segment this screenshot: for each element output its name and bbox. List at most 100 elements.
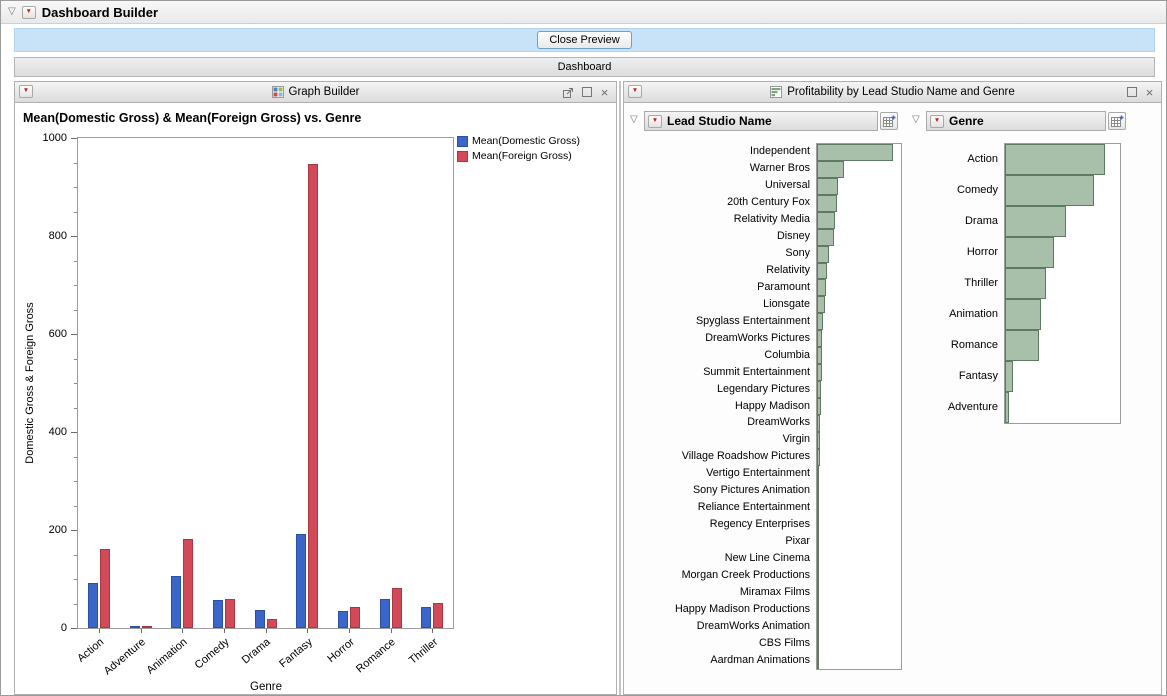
bar-Thriller[interactable] (433, 603, 443, 628)
maximize-icon[interactable] (580, 86, 593, 99)
category-label[interactable]: Warner Bros (750, 162, 810, 174)
bar-Regency Enterprises[interactable] (817, 517, 819, 534)
bar-DreamWorks Animation[interactable] (817, 618, 819, 635)
category-label[interactable]: Legendary Pictures (717, 383, 810, 395)
category-label[interactable]: Vertigo Entertainment (706, 467, 810, 479)
genre-bar-chart[interactable] (1004, 143, 1121, 424)
category-label[interactable]: Animation (949, 308, 998, 320)
bar-CBS Films[interactable] (817, 635, 819, 652)
bar-Fantasy[interactable] (1005, 361, 1013, 392)
category-label[interactable]: Drama (965, 215, 998, 227)
category-label[interactable]: Morgan Creek Productions (682, 569, 810, 581)
bar-Action[interactable] (88, 583, 98, 628)
bar-Reliance Entertainment[interactable] (817, 500, 819, 517)
legend-item[interactable]: Mean(Foreign Gross) (457, 150, 580, 162)
category-label[interactable]: Thriller (964, 277, 998, 289)
legend-item[interactable]: Mean(Domestic Gross) (457, 135, 580, 147)
bar-Thriller[interactable] (1005, 268, 1046, 299)
bar-Adventure[interactable] (142, 626, 152, 628)
bar-Action[interactable] (1005, 144, 1105, 175)
bar-Adventure[interactable] (1005, 392, 1009, 423)
popout-icon[interactable] (562, 86, 575, 99)
category-label[interactable]: Reliance Entertainment (698, 501, 810, 513)
bar-Pixar[interactable] (817, 534, 819, 551)
category-label[interactable]: Spyglass Entertainment (696, 315, 810, 327)
category-label[interactable]: Lionsgate (763, 298, 810, 310)
red-triangle-menu[interactable]: ▼ (648, 115, 662, 128)
bar-DreamWorks[interactable] (817, 415, 820, 432)
bar-DreamWorks Pictures[interactable] (817, 330, 822, 347)
bar-Morgan Creek Productions[interactable] (817, 567, 819, 584)
bar-Animation[interactable] (183, 539, 193, 628)
disclosure-triangle[interactable]: ▽ (8, 7, 16, 17)
bar-Comedy[interactable] (1005, 175, 1094, 206)
studio-bar-chart[interactable] (816, 143, 902, 670)
bar-Village Roadshow Pictures[interactable] (817, 449, 820, 466)
data-table-icon-button[interactable] (1108, 112, 1126, 130)
bar-Aardman Animations[interactable] (817, 652, 819, 669)
panel-divider[interactable] (619, 81, 621, 695)
category-label[interactable]: Comedy (957, 184, 998, 196)
bar-Drama[interactable] (267, 619, 277, 628)
bar-Warner Bros[interactable] (817, 161, 844, 178)
category-label[interactable]: Paramount (757, 281, 810, 293)
category-label[interactable]: Disney (777, 230, 810, 242)
category-label[interactable]: Sony Pictures Animation (693, 484, 810, 496)
bar-Summit Entertainment[interactable] (817, 364, 822, 381)
bar-Sony[interactable] (817, 246, 829, 263)
bar-Fantasy[interactable] (308, 164, 318, 628)
category-label[interactable]: CBS Films (759, 637, 810, 649)
close-icon[interactable]: × (1143, 86, 1156, 99)
bar-Paramount[interactable] (817, 279, 826, 296)
close-preview-button[interactable]: Close Preview (537, 31, 631, 49)
bar-Animation[interactable] (171, 576, 181, 628)
category-label[interactable]: Virgin (783, 433, 810, 445)
bar-Happy Madison Productions[interactable] (817, 601, 819, 618)
category-label[interactable]: Happy Madison Productions (675, 603, 810, 615)
bar-Animation[interactable] (1005, 299, 1041, 330)
bar-Lionsgate[interactable] (817, 296, 825, 313)
bar-Happy Madison[interactable] (817, 398, 821, 415)
bar-Miramax Films[interactable] (817, 584, 819, 601)
disclosure-triangle[interactable]: ▽ (630, 115, 638, 125)
plot-area[interactable] (77, 137, 454, 629)
category-label[interactable]: DreamWorks (747, 416, 810, 428)
bar-Vertigo Entertainment[interactable] (817, 466, 819, 483)
bar-Adventure[interactable] (130, 626, 140, 628)
bar-Romance[interactable] (380, 599, 390, 628)
bar-Action[interactable] (100, 549, 110, 628)
category-label[interactable]: Action (967, 153, 998, 165)
category-label[interactable]: Horror (967, 246, 998, 258)
bar-Spyglass Entertainment[interactable] (817, 313, 823, 330)
bar-Horror[interactable] (338, 611, 348, 628)
category-label[interactable]: Fantasy (959, 370, 998, 382)
category-label[interactable]: Relativity (766, 264, 810, 276)
category-label[interactable]: Village Roadshow Pictures (682, 450, 810, 462)
bar-Comedy[interactable] (225, 599, 235, 628)
category-label[interactable]: DreamWorks Animation (697, 620, 810, 632)
bar-Horror[interactable] (1005, 237, 1054, 268)
data-table-icon-button[interactable] (880, 112, 898, 130)
category-label[interactable]: Sony (785, 247, 810, 259)
bar-Horror[interactable] (350, 607, 360, 628)
category-label[interactable]: Universal (765, 179, 810, 191)
category-label[interactable]: Pixar (785, 535, 810, 547)
disclosure-triangle[interactable]: ▽ (912, 115, 920, 125)
bar-20th Century Fox[interactable] (817, 195, 837, 212)
red-triangle-menu[interactable]: ▼ (22, 6, 36, 19)
category-label[interactable]: New Line Cinema (725, 552, 810, 564)
category-label[interactable]: Relativity Media (734, 213, 810, 225)
category-label[interactable]: DreamWorks Pictures (705, 332, 810, 344)
bar-Romance[interactable] (392, 588, 402, 628)
bar-Thriller[interactable] (421, 607, 431, 628)
bar-Comedy[interactable] (213, 600, 223, 628)
bar-Virgin[interactable] (817, 432, 820, 449)
category-label[interactable]: Happy Madison (735, 400, 810, 412)
bar-New Line Cinema[interactable] (817, 550, 819, 567)
maximize-icon[interactable] (1125, 86, 1138, 99)
category-label[interactable]: Columbia (764, 349, 810, 361)
bar-Independent[interactable] (817, 144, 893, 161)
category-label[interactable]: Romance (951, 339, 998, 351)
bar-Drama[interactable] (255, 610, 265, 628)
bar-Universal[interactable] (817, 178, 838, 195)
